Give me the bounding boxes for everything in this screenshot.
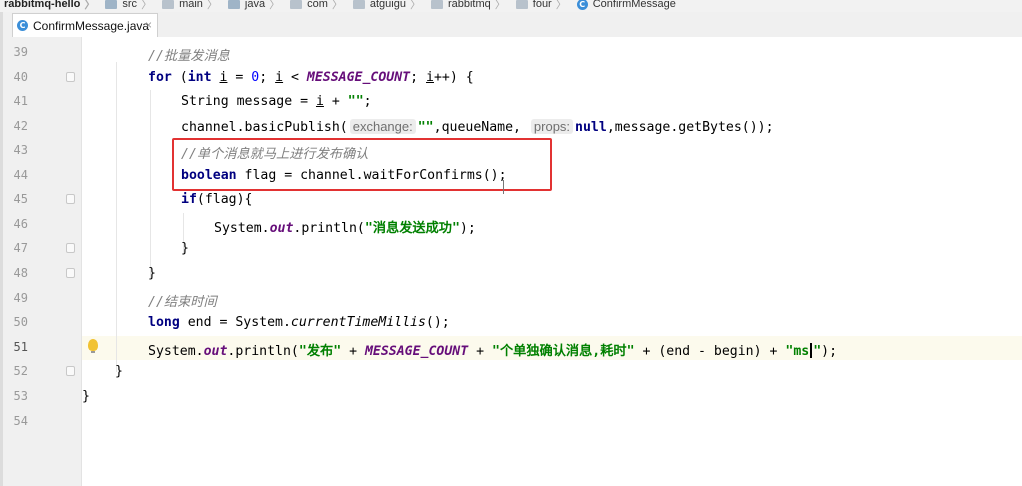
- fold-marker-icon[interactable]: [66, 366, 75, 376]
- breadcrumb-label: rabbitmq-hello: [4, 0, 81, 10]
- tab-confirm-message[interactable]: C ConfirmMessage.java ×: [12, 13, 158, 37]
- chevron-right-icon: 〉: [409, 0, 421, 11]
- code-text[interactable]: }: [115, 364, 123, 379]
- breadcrumb-label: atguigu: [369, 0, 406, 10]
- code-text[interactable]: if(flag){: [181, 192, 252, 207]
- breadcrumb-four[interactable]: four 〉: [515, 0, 573, 12]
- breadcrumb-rabbitmq[interactable]: rabbitmq 〉: [430, 0, 512, 12]
- line-number: 42: [13, 119, 28, 133]
- line-number: 53: [13, 389, 28, 403]
- code-text[interactable]: String message = i + "";: [181, 94, 372, 109]
- code-line: 46 System.out.println("消息发送成功");: [0, 213, 1022, 237]
- code-text[interactable]: long end = System.currentTimeMillis();: [148, 315, 450, 330]
- close-icon[interactable]: ×: [145, 18, 152, 32]
- code-text[interactable]: //结束时间: [148, 291, 217, 310]
- code-text[interactable]: }: [82, 389, 90, 404]
- code-text[interactable]: System.out.println("发布" + MESSAGE_COUNT …: [148, 340, 837, 359]
- annotation-highlight-box: [172, 138, 552, 191]
- breadcrumb-src[interactable]: src 〉: [105, 0, 158, 12]
- java-class-icon: C: [17, 20, 28, 31]
- mouse-text-cursor: [503, 180, 504, 194]
- line-number: 54: [13, 414, 28, 428]
- breadcrumb-label: ConfirmMessage: [592, 0, 676, 10]
- folder-icon: [227, 0, 240, 9]
- code-line: 54: [0, 410, 1022, 434]
- code-line: 49 //结束时间: [0, 287, 1022, 311]
- text-caret: [810, 343, 813, 358]
- line-number: 39: [13, 45, 28, 59]
- line-number: 45: [13, 192, 28, 206]
- code-line: 50 long end = System.currentTimeMillis()…: [0, 311, 1022, 335]
- line-number: 43: [13, 143, 28, 157]
- fold-marker-icon[interactable]: [66, 243, 75, 253]
- folder-icon: [105, 0, 118, 9]
- code-line: 41 String message = i + "";: [0, 90, 1022, 114]
- code-line: 45 if(flag){: [0, 188, 1022, 212]
- folder-icon: [515, 0, 528, 9]
- breadcrumb-label: java: [244, 0, 266, 10]
- code-line-current: 51 System.out.println("发布" + MESSAGE_COU…: [0, 336, 1022, 360]
- fold-marker-icon[interactable]: [66, 72, 75, 82]
- code-text[interactable]: channel.basicPublish(exchange: "",queueNa…: [181, 119, 774, 135]
- breadcrumb-label: com: [307, 0, 328, 10]
- line-number: 41: [13, 94, 28, 108]
- breadcrumb-label: src: [122, 0, 138, 10]
- line-number: 40: [13, 70, 28, 84]
- code-line: 52 }: [0, 360, 1022, 384]
- chevron-right-icon: 〉: [84, 0, 96, 11]
- chevron-right-icon: 〉: [269, 0, 281, 11]
- chevron-right-icon: 〉: [206, 0, 218, 11]
- breadcrumb-label: rabbitmq: [447, 0, 491, 10]
- breadcrumb-com[interactable]: com 〉: [290, 0, 349, 12]
- code-text[interactable]: for (int i = 0; i < MESSAGE_COUNT; i++) …: [148, 70, 474, 85]
- line-number: 52: [13, 364, 28, 378]
- editor-tab-bar: C ConfirmMessage.java ×: [0, 12, 1022, 38]
- line-number: 47: [13, 241, 28, 255]
- code-line: 42 channel.basicPublish(exchange: "",queu…: [0, 115, 1022, 139]
- line-number: 46: [13, 217, 28, 231]
- lightbulb-icon[interactable]: [88, 339, 98, 353]
- code-text[interactable]: }: [148, 266, 156, 281]
- breadcrumb-java[interactable]: java 〉: [227, 0, 286, 12]
- code-line: 53 }: [0, 385, 1022, 409]
- code-text[interactable]: //批量发消息: [148, 45, 230, 64]
- line-number: 50: [13, 315, 28, 329]
- breadcrumb-label: main: [179, 0, 203, 10]
- code-line: 48 }: [0, 262, 1022, 286]
- breadcrumb-label: four: [532, 0, 552, 10]
- line-number: 51: [13, 340, 28, 354]
- fold-marker-icon[interactable]: [66, 268, 75, 278]
- folder-icon: [352, 0, 365, 9]
- code-text[interactable]: System.out.println("消息发送成功");: [214, 217, 476, 236]
- breadcrumb-main[interactable]: main 〉: [162, 0, 224, 12]
- code-text[interactable]: }: [181, 241, 189, 256]
- breadcrumb-class[interactable]: C ConfirmMessage: [576, 0, 676, 10]
- code-line: 39 //批量发消息: [0, 41, 1022, 65]
- breadcrumb-project[interactable]: rabbitmq-hello 〉: [4, 0, 101, 12]
- breadcrumb: rabbitmq-hello 〉 src 〉 main 〉 java 〉 com 〉 at…: [0, 0, 1022, 12]
- parameter-hint: exchange:: [349, 119, 416, 134]
- breadcrumb-atguigu[interactable]: atguigu 〉: [352, 0, 427, 12]
- java-class-icon: C: [576, 0, 588, 10]
- code-line: 47 }: [0, 237, 1022, 261]
- chevron-right-icon: 〉: [494, 0, 506, 11]
- code-line: 40 for (int i = 0; i < MESSAGE_COUNT; i+…: [0, 66, 1022, 90]
- folder-icon: [430, 0, 443, 9]
- line-number: 49: [13, 291, 28, 305]
- chevron-right-icon: 〉: [141, 0, 153, 11]
- line-number: 48: [13, 266, 28, 280]
- tab-label: ConfirmMessage.java: [33, 18, 150, 33]
- chevron-right-icon: 〉: [555, 0, 567, 11]
- chevron-right-icon: 〉: [331, 0, 343, 11]
- folder-icon: [290, 0, 303, 9]
- parameter-hint: props:: [530, 119, 574, 134]
- fold-marker-icon[interactable]: [66, 194, 75, 204]
- line-number: 44: [13, 168, 28, 182]
- folder-icon: [162, 0, 175, 9]
